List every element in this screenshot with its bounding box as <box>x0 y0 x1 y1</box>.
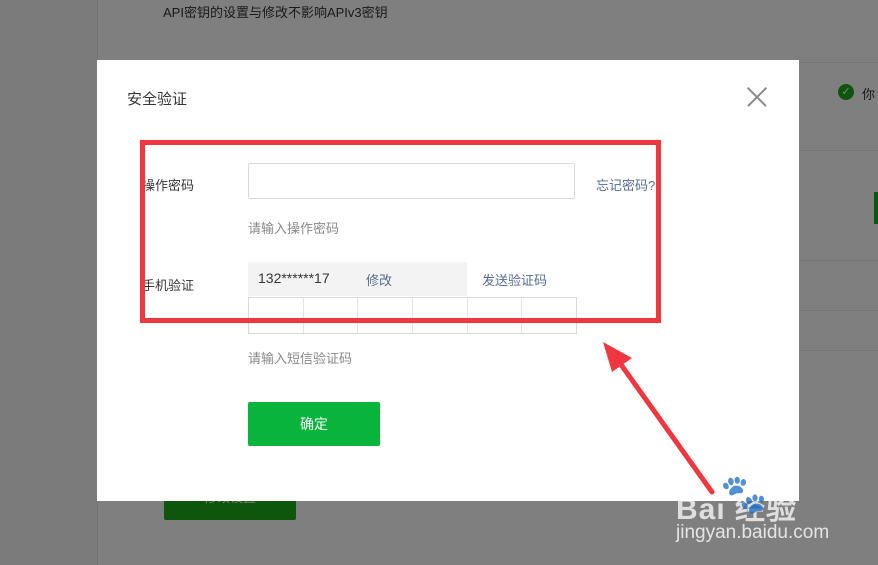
paw-icon: 🐾 <box>720 474 768 516</box>
baidu-jingyan-watermark: Bai 经验 🐾 jingyan.baidu.com <box>672 470 872 550</box>
watermark-url: jingyan.baidu.com <box>676 522 830 543</box>
